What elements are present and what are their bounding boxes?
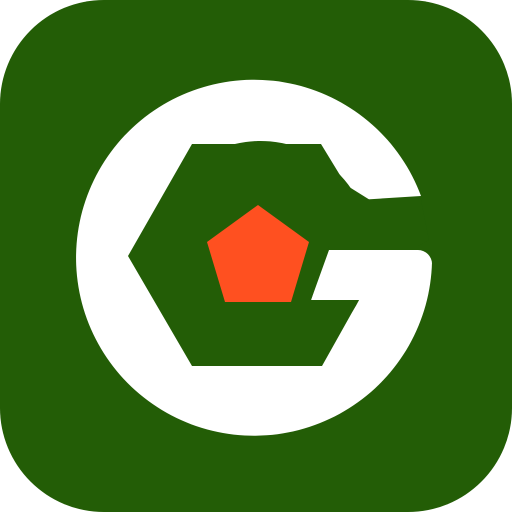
app-logo-icon [0, 0, 512, 512]
